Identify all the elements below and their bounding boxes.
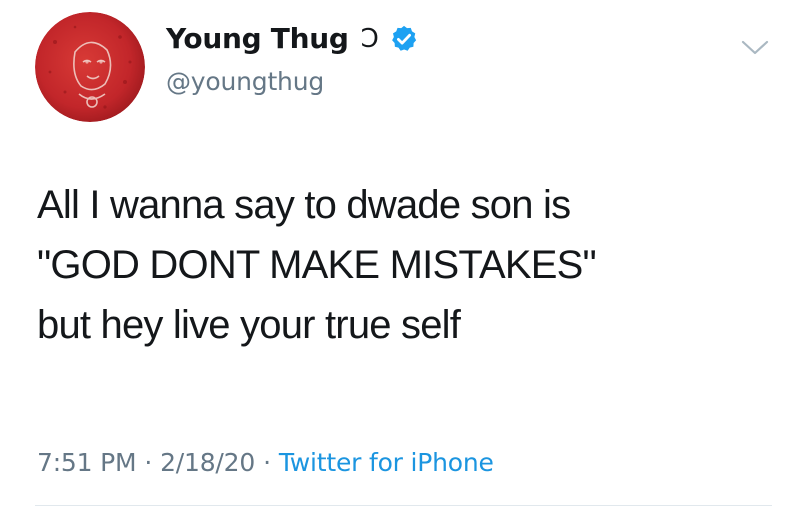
tweet-text: All I wanna say to dwade son is "GOD DON…	[37, 175, 597, 355]
chevron-down-icon[interactable]	[740, 38, 770, 58]
tweet-time[interactable]: 7:51 PM	[37, 448, 137, 477]
display-name[interactable]: Young Thug	[166, 22, 349, 55]
tweet-line: All I wanna say to dwade son is	[37, 183, 571, 227]
avatar-image	[35, 12, 145, 122]
divider	[35, 505, 772, 506]
name-symbol: Ɔ	[360, 23, 379, 54]
tweet-source-link[interactable]: Twitter for iPhone	[279, 448, 494, 477]
tweet-line: "GOD DONT MAKE MISTAKES"	[37, 243, 597, 287]
meta-separator: ·	[263, 448, 271, 477]
tweet-line: but hey live your true self	[37, 303, 461, 347]
tweet-meta: 7:51 PM · 2/18/20 · Twitter for iPhone	[37, 448, 494, 477]
meta-separator: ·	[144, 448, 153, 477]
tweet-date[interactable]: 2/18/20	[160, 448, 255, 477]
author-handle[interactable]: @youngthug	[166, 67, 324, 96]
author-name-row[interactable]: Young Thug Ɔ	[166, 22, 419, 55]
verified-badge-icon	[391, 25, 416, 51]
avatar[interactable]	[35, 12, 145, 122]
tweet-card: Young Thug Ɔ @youngthug All I wanna say …	[0, 0, 800, 515]
